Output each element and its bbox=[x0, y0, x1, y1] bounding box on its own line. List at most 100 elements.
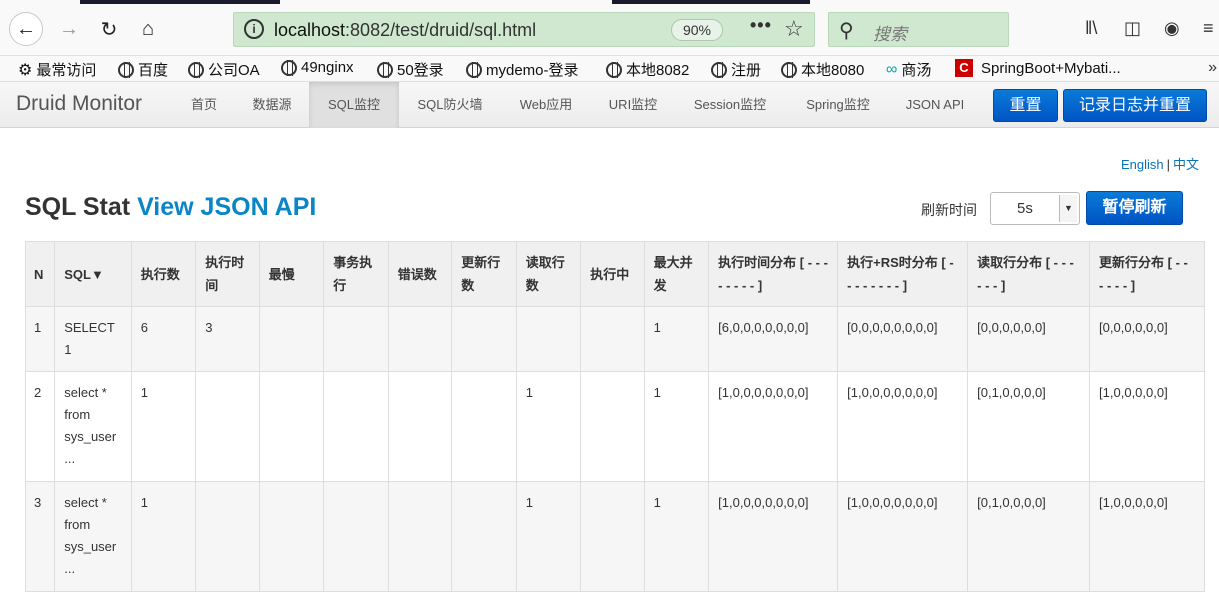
col-header[interactable]: 执行中 bbox=[580, 241, 645, 307]
cell: 1 bbox=[515, 371, 582, 482]
zoom-level[interactable]: 90% bbox=[671, 19, 723, 41]
col-header[interactable]: SQL▼ bbox=[54, 241, 132, 307]
nav-sql-firewall[interactable]: SQL防火墙 bbox=[404, 82, 496, 128]
cell: 1 bbox=[515, 481, 582, 592]
nav-uri-monitor[interactable]: URI监控 bbox=[597, 82, 669, 128]
forward-icon[interactable]: → bbox=[52, 12, 86, 46]
pause-refresh-button[interactable]: 暂停刷新 bbox=[1086, 191, 1183, 225]
col-header[interactable]: 执行数 bbox=[130, 241, 197, 307]
cell: [0,0,0,0,0,0] bbox=[1089, 306, 1205, 372]
globe-icon bbox=[188, 61, 204, 78]
menu-icon[interactable]: ≡ bbox=[1203, 18, 1214, 39]
bookmark-item[interactable]: mydemo-登录 bbox=[466, 59, 579, 80]
cell bbox=[258, 481, 325, 592]
cell: 1 bbox=[130, 371, 197, 482]
cell bbox=[387, 481, 453, 592]
druid-navbar: Druid Monitor 首页 数据源 SQL监控 SQL防火墙 Web应用 … bbox=[0, 82, 1219, 128]
cell bbox=[387, 371, 453, 482]
nav-web-app[interactable]: Web应用 bbox=[506, 82, 586, 128]
nav-datasource[interactable]: 数据源 bbox=[240, 82, 304, 128]
info-icon[interactable]: i bbox=[244, 19, 264, 39]
bookmark-item[interactable]: 本地8082 bbox=[606, 59, 689, 80]
tab-inactive[interactable] bbox=[612, 0, 810, 4]
refresh-interval-select[interactable]: 5s ▼ bbox=[990, 192, 1080, 225]
col-header[interactable]: 读取行分布 [ - - - - - - ] bbox=[967, 241, 1091, 307]
language-switch: English | 中文 bbox=[1121, 157, 1200, 172]
col-header[interactable]: N bbox=[24, 241, 56, 307]
col-header[interactable]: 最大并发 bbox=[643, 241, 710, 307]
cell: [1,0,0,0,0,0] bbox=[1089, 481, 1205, 592]
cell: 2 bbox=[24, 371, 56, 482]
brand-title[interactable]: Druid Monitor bbox=[16, 92, 142, 116]
cell: [0,1,0,0,0,0] bbox=[967, 481, 1091, 592]
col-header[interactable]: 读取行数 bbox=[515, 241, 582, 307]
bookmark-item[interactable]: 百度 bbox=[118, 59, 168, 80]
cell: 3 bbox=[195, 306, 260, 372]
cell: [0,0,0,0,0,0] bbox=[967, 306, 1091, 372]
col-header[interactable]: 执行时间 bbox=[195, 241, 260, 307]
cell bbox=[195, 371, 260, 482]
bookmark-item[interactable]: C SpringBoot+Mybati... bbox=[955, 59, 1121, 77]
lang-chinese-link[interactable]: 中文 bbox=[1173, 157, 1199, 172]
cell bbox=[515, 306, 582, 372]
nav-session-monitor[interactable]: Session监控 bbox=[680, 82, 780, 128]
cell bbox=[387, 306, 453, 372]
col-header[interactable]: 执行时间分布 [ - - - - - - - - ] bbox=[708, 241, 839, 307]
tab-inactive[interactable] bbox=[80, 0, 280, 4]
nav-json-api[interactable]: JSON API bbox=[896, 82, 974, 128]
bookmark-star-icon[interactable]: ☆ bbox=[784, 16, 804, 42]
cell: 1 bbox=[643, 481, 710, 592]
cell: 1 bbox=[24, 306, 56, 372]
dropdown-arrow-icon[interactable]: ▼ bbox=[1059, 195, 1077, 222]
col-header[interactable]: 更新行数 bbox=[451, 241, 517, 307]
nav-home[interactable]: 首页 bbox=[180, 82, 228, 128]
home-icon[interactable]: ⌂ bbox=[131, 12, 165, 46]
col-header[interactable]: 最慢 bbox=[258, 241, 325, 307]
cell: [1,0,0,0,0,0,0,0] bbox=[708, 371, 839, 482]
page-actions-icon[interactable]: ••• bbox=[750, 15, 772, 36]
log-and-reset-button[interactable]: 记录日志并重置 bbox=[1063, 89, 1207, 122]
cell bbox=[195, 481, 260, 592]
bookmark-item[interactable]: ⚙ 最常访问 bbox=[18, 59, 96, 80]
globe-icon bbox=[606, 61, 622, 78]
refresh-label: 刷新时间 bbox=[921, 202, 977, 218]
col-header[interactable]: 错误数 bbox=[387, 241, 453, 307]
lang-english-link[interactable]: English bbox=[1121, 157, 1164, 172]
cell: [1,0,0,0,0,0] bbox=[1089, 371, 1205, 482]
url-bar[interactable]: i localhost:8082/test/druid/sql.html 90%… bbox=[233, 12, 815, 47]
sql-link[interactable]: select * from sys_user ... bbox=[54, 481, 132, 592]
cell bbox=[323, 371, 389, 482]
cell bbox=[323, 306, 389, 372]
cell bbox=[258, 371, 325, 482]
account-icon[interactable]: ◉ bbox=[1164, 18, 1180, 39]
bookmark-item[interactable]: 公司OA bbox=[188, 59, 260, 80]
bookmark-item[interactable]: 50登录 bbox=[377, 59, 444, 80]
cell: [0,0,0,0,0,0,0,0] bbox=[837, 306, 969, 372]
nav-sql-monitor[interactable]: SQL监控 bbox=[309, 82, 399, 128]
nav-spring-monitor[interactable]: Spring监控 bbox=[792, 82, 884, 128]
sidebar-icon[interactable]: ◫ bbox=[1124, 18, 1141, 39]
search-icon: ⚲ bbox=[839, 20, 854, 42]
back-icon[interactable]: ← bbox=[9, 12, 43, 46]
sql-link[interactable]: SELECT 1 bbox=[54, 306, 132, 372]
reload-icon[interactable]: ↻ bbox=[92, 12, 126, 46]
search-input[interactable]: ⚲ 搜索 bbox=[828, 12, 1009, 47]
col-header[interactable]: 事务执行 bbox=[323, 241, 389, 307]
col-header[interactable]: 更新行分布 [ - - - - - - ] bbox=[1089, 241, 1205, 307]
col-header[interactable]: 执行+RS时分布 [ - - - - - - - - ] bbox=[837, 241, 969, 307]
bookmark-item[interactable]: 本地8080 bbox=[781, 59, 864, 80]
cell: [1,0,0,0,0,0,0,0] bbox=[708, 481, 839, 592]
reset-button[interactable]: 重置 bbox=[993, 89, 1058, 122]
bookmarks-overflow-icon[interactable]: » bbox=[1208, 59, 1217, 77]
bookmark-item[interactable]: ∞ 商汤 bbox=[886, 59, 931, 80]
url-text[interactable]: localhost:8082/test/druid/sql.html bbox=[274, 20, 536, 41]
bookmark-item[interactable]: 49nginx bbox=[281, 59, 354, 76]
view-json-api-link[interactable]: View JSON API bbox=[137, 193, 316, 221]
sql-link[interactable]: select * from sys_user ... bbox=[54, 371, 132, 482]
csdn-icon: C bbox=[955, 59, 973, 77]
cell bbox=[580, 371, 645, 482]
bookmark-item[interactable]: 注册 bbox=[711, 59, 761, 80]
library-icon[interactable]: ‖\ bbox=[1085, 18, 1097, 39]
browser-toolbar: ← → ↻ ⌂ i localhost:8082/test/druid/sql.… bbox=[0, 0, 1219, 56]
table-header-row: N SQL▼ 执行数 执行时间 最慢 事务执行 错误数 更新行数 读取行数 执行… bbox=[24, 241, 1205, 307]
